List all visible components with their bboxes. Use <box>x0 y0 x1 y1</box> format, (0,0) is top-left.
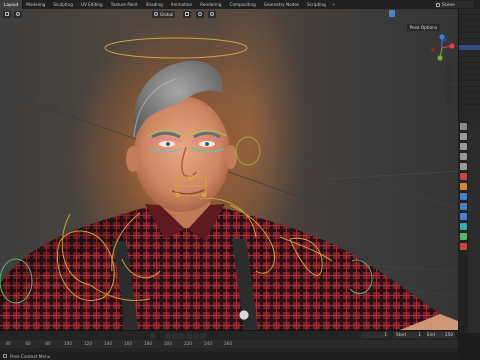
data-icon[interactable] <box>459 233 467 240</box>
tab-sculpting[interactable]: Sculpting <box>49 0 77 9</box>
ruler-tick: 220 <box>184 341 192 346</box>
tab-animation[interactable]: Animation <box>167 0 196 9</box>
start-frame-field[interactable]: Start 1 <box>393 332 423 338</box>
output-icon[interactable] <box>459 143 467 150</box>
add-workspace-icon[interactable]: + <box>330 0 338 9</box>
prev-keyframe-icon[interactable] <box>172 332 178 339</box>
proportional-icon <box>210 12 214 16</box>
properties-panel[interactable] <box>468 121 480 333</box>
view-layer-icon[interactable] <box>459 153 467 160</box>
world-icon[interactable] <box>459 173 467 180</box>
editor-type-icon <box>5 12 9 16</box>
properties-tab-column <box>458 121 468 333</box>
tab-compositing[interactable]: Compositing <box>226 0 260 9</box>
head-control-halo[interactable] <box>104 37 248 59</box>
navigation-gizmo[interactable] <box>428 33 456 63</box>
solid-shading-button[interactable] <box>382 10 388 17</box>
snap-button[interactable] <box>196 10 204 18</box>
ruler-tick: 40 <box>5 341 11 346</box>
modifier-icon[interactable] <box>459 193 467 200</box>
start-value: 1 <box>418 332 421 337</box>
object-icon[interactable] <box>459 183 467 190</box>
wireframe-shading-button[interactable] <box>375 10 381 17</box>
viewport-nav-tools <box>445 65 454 105</box>
render-icon[interactable] <box>459 133 467 140</box>
play-icon[interactable] <box>186 332 192 339</box>
tab-layout[interactable]: Layout <box>0 0 23 9</box>
zoom-icon[interactable] <box>445 65 453 73</box>
tool-icon[interactable] <box>459 123 467 130</box>
physics-icon[interactable] <box>459 213 467 220</box>
mouse-icon <box>3 354 7 358</box>
editor-type-button[interactable] <box>3 10 11 18</box>
frame-ruler[interactable]: 40 60 80 100 120 140 160 180 200 220 240… <box>0 340 458 348</box>
ruler-tick: 60 <box>25 341 31 346</box>
ruler-tick: 260 <box>224 341 232 346</box>
status-hint: Pose Context Menu <box>10 353 51 359</box>
scene-label: Scene <box>442 2 455 7</box>
workspace-tab-bar: Layout Modeling Sculpting UV Editing Tex… <box>0 0 480 9</box>
3d-viewport[interactable]: Global Pose Options <box>0 9 458 330</box>
next-keyframe-icon[interactable] <box>193 332 199 339</box>
rendered-shading-button[interactable] <box>396 10 402 17</box>
ruler-tick: 240 <box>204 341 212 346</box>
start-label: Start <box>396 332 407 337</box>
scene-props-icon[interactable] <box>459 163 467 170</box>
orientation-value: Global <box>160 11 174 17</box>
mode-selector[interactable] <box>14 10 22 18</box>
ruler-tick: 200 <box>164 341 172 346</box>
jump-start-icon[interactable] <box>165 332 171 339</box>
outliner-panel[interactable] <box>458 9 480 121</box>
scene-icon <box>436 2 440 7</box>
orientation-icon <box>154 12 158 16</box>
end-label: End <box>427 332 435 337</box>
tab-rendering[interactable]: Rendering <box>196 0 225 9</box>
tab-shading[interactable]: Shading <box>142 0 167 9</box>
record-icon[interactable] <box>150 332 156 339</box>
ruler-tick: 160 <box>124 341 132 346</box>
magnet-icon <box>198 12 202 16</box>
current-frame-field[interactable]: 1 <box>361 332 389 338</box>
status-bar: Pose Context Menu <box>0 352 458 360</box>
pose-mode-icon <box>16 12 20 16</box>
overlays-button[interactable] <box>368 10 374 17</box>
tab-uv-editing[interactable]: UV Editing <box>77 0 107 9</box>
material-icon[interactable] <box>459 243 467 250</box>
scene-selector[interactable]: Scene <box>434 1 474 8</box>
pan-hand-icon[interactable] <box>445 75 453 83</box>
ruler-tick: 120 <box>84 341 92 346</box>
ruler-tick: 80 <box>45 341 51 346</box>
transform-orientation-selector[interactable]: Global <box>152 10 176 18</box>
jump-end-icon[interactable] <box>200 332 206 339</box>
end-frame-field[interactable]: End 250 <box>425 332 455 338</box>
shading-mode-group <box>361 10 402 17</box>
tab-scripting[interactable]: Scripting <box>303 0 330 9</box>
particles-icon[interactable] <box>459 203 467 210</box>
end-value: 250 <box>445 332 453 337</box>
pivot-point-button[interactable] <box>183 10 191 18</box>
view-object-types-button[interactable] <box>361 10 367 17</box>
character-rig-render <box>0 37 458 330</box>
tab-texture-paint[interactable]: Texture Paint <box>107 0 142 9</box>
shirt <box>0 205 458 330</box>
ruler-tick: 140 <box>104 341 112 346</box>
ruler-tick: 180 <box>144 341 152 346</box>
ruler-tick: 100 <box>64 341 72 346</box>
outliner-row[interactable] <box>459 99 480 105</box>
proportional-edit-button[interactable] <box>208 10 216 18</box>
constraints-icon[interactable] <box>459 223 467 230</box>
tab-geometry-nodes[interactable]: Geometry Nodes <box>260 0 303 9</box>
tab-modeling[interactable]: Modeling <box>22 0 49 9</box>
material-preview-button[interactable] <box>389 10 395 17</box>
pose-options-dropdown[interactable]: Pose Options <box>406 24 440 31</box>
pivot-icon <box>185 12 189 16</box>
playback-controls: 1 Start 1 End 250 <box>0 331 458 340</box>
camera-view-icon[interactable] <box>445 85 453 93</box>
grid-toggle-icon[interactable] <box>445 95 453 103</box>
play-reverse-icon[interactable] <box>179 332 185 339</box>
